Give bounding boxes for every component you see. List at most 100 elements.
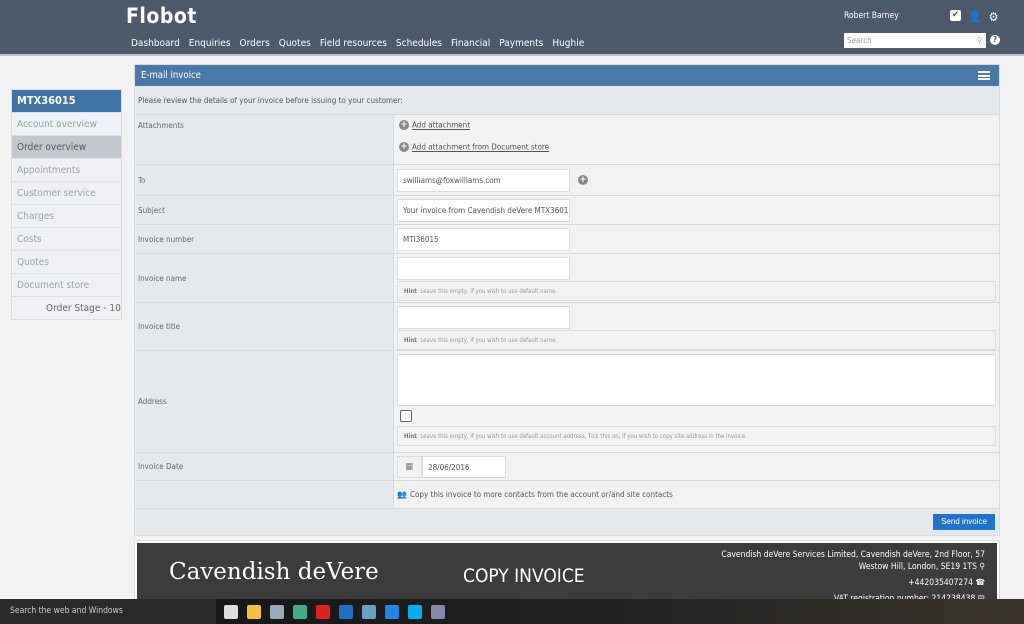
- sidebar-item-customer-service[interactable]: Customer service: [12, 181, 121, 204]
- nav-field-resources[interactable]: Field resources: [320, 38, 387, 49]
- invoice-date-field[interactable]: 28/06/2016: [422, 456, 506, 478]
- email-invoice-panel: E-mail invoice Please review the details…: [134, 64, 1000, 536]
- sidebar-item-costs[interactable]: Costs: [12, 227, 121, 250]
- sidebar-item-charges[interactable]: Charges: [12, 204, 121, 227]
- nav-hughie[interactable]: Hughie: [552, 38, 584, 49]
- sidebar: MTX36015 Account overview Order overview…: [11, 89, 122, 320]
- menu-icon[interactable]: [978, 71, 990, 80]
- outlook-icon[interactable]: [339, 604, 353, 619]
- search-input[interactable]: Search ⚲: [844, 33, 986, 48]
- attachments-row: Attachments + Add attachment + Add attachm…: [135, 115, 999, 165]
- hint-text: : Leave this empty, if you wish to use d…: [416, 337, 558, 344]
- hint-label: Hint: [404, 288, 417, 295]
- help-icon[interactable]: ?: [990, 35, 1000, 45]
- search-placeholder: Search: [847, 36, 872, 45]
- invoice-number-label: Invoice number: [135, 225, 394, 253]
- invoice-title-label: Invoice title: [135, 303, 394, 350]
- steam-icon[interactable]: [362, 604, 376, 619]
- invoice-name-hint: Hint: Leave this empty, if you wish to u…: [397, 281, 996, 301]
- store-icon[interactable]: [270, 604, 284, 619]
- invoice-date-label: Invoice Date: [135, 453, 394, 480]
- invoice-name-label: Invoice name: [135, 254, 394, 302]
- sidebar-item-appointments[interactable]: Appointments: [12, 158, 121, 181]
- add-recipient-icon[interactable]: +: [578, 175, 588, 185]
- to-row: To swilliams@foxwilliams.com +: [135, 165, 999, 196]
- invoice-number-row: Invoice number MTI36015: [135, 225, 999, 254]
- hint-label: Hint: [404, 337, 417, 344]
- flobot-logo[interactable]: Flobot: [126, 4, 197, 28]
- add-icon: +: [399, 142, 409, 152]
- location-pin-icon: ⚲: [979, 562, 985, 572]
- calendar-icon[interactable]: ▦: [397, 456, 422, 478]
- copy-contacts-row: 👥 Copy this invoice to more contacts from…: [135, 481, 999, 509]
- phone-number: +442035407274: [908, 578, 974, 588]
- subject-label: Subject: [135, 196, 394, 224]
- attachments-label: Attachments: [135, 115, 394, 164]
- nav-schedules[interactable]: Schedules: [396, 38, 442, 49]
- send-invoice-button[interactable]: Send invoice: [933, 514, 995, 530]
- panel-title: E-mail invoice: [141, 70, 201, 81]
- add-icon: +: [399, 120, 409, 130]
- invoice-number-field[interactable]: MTI36015: [397, 228, 570, 251]
- taskbar-search[interactable]: Search the web and Windows: [0, 599, 216, 624]
- user-name[interactable]: Robert Barney: [844, 11, 899, 21]
- top-header: Flobot Dashboard Enquiries Orders Quotes…: [0, 0, 1024, 56]
- copy-contacts-link[interactable]: Copy this invoice to more contacts from …: [410, 490, 673, 499]
- panel-header: E-mail invoice: [135, 65, 999, 86]
- address-line-2: Westow Hill, London, SE19 1TS: [858, 562, 977, 572]
- sidebar-title: MTX36015: [12, 90, 121, 112]
- add-attachment-link[interactable]: Add attachment: [412, 121, 470, 130]
- main-nav: Dashboard Enquiries Orders Quotes Field …: [131, 38, 584, 49]
- gear-icon[interactable]: ⚙: [989, 10, 999, 24]
- invoice-name-field[interactable]: [397, 257, 570, 280]
- intro-text: Please review the details of your invoic…: [135, 86, 999, 115]
- nav-quotes[interactable]: Quotes: [279, 38, 311, 49]
- hint-text: : Leave this empty, if you wish to use d…: [416, 288, 558, 295]
- nav-dashboard[interactable]: Dashboard: [131, 38, 180, 49]
- taskbar-apps: [224, 604, 445, 619]
- nav-financial[interactable]: Financial: [451, 38, 490, 49]
- address-field[interactable]: [397, 354, 996, 406]
- subject-field[interactable]: Your invoice from Cavendish deVere MTX36…: [397, 199, 570, 222]
- add-from-document-store-link[interactable]: Add attachment from Document store: [412, 143, 549, 152]
- header-icons: ✔ 👤 ⚙: [950, 10, 998, 24]
- invoice-date-row: Invoice Date ▦ 28/06/2016: [135, 453, 999, 481]
- address-row: Address Hint: Leave this empty, if you w…: [135, 351, 999, 453]
- company-details: Cavendish deVere Services Limited, Caven…: [721, 549, 985, 605]
- nav-orders[interactable]: Orders: [240, 38, 270, 49]
- file-explorer-icon[interactable]: [247, 604, 261, 619]
- invoice-title-field[interactable]: [397, 306, 570, 329]
- nav-payments[interactable]: Payments: [499, 38, 543, 49]
- subject-row: Subject Your invoice from Cavendish deVe…: [135, 196, 999, 225]
- task-view-icon[interactable]: [224, 604, 238, 619]
- security-icon[interactable]: [293, 604, 307, 619]
- sidebar-item-order-overview[interactable]: Order overview: [12, 135, 121, 158]
- to-label: To: [135, 165, 394, 195]
- to-field[interactable]: swilliams@foxwilliams.com: [397, 168, 570, 192]
- contacts-group-icon: 👥: [397, 490, 407, 499]
- address-label: Address: [135, 351, 394, 452]
- invoice-title-row: Invoice title Hint: Leave this empty, if…: [135, 303, 999, 351]
- user-icon[interactable]: 👤: [968, 10, 982, 24]
- hint-text: : Leave this empty, if you wish to use d…: [416, 433, 747, 440]
- company-logo-text: Cavendish deVere: [169, 559, 379, 585]
- sidebar-item-quotes[interactable]: Quotes: [12, 250, 121, 273]
- invoice-title-hint: Hint: Leave this empty, if you wish to u…: [397, 330, 996, 350]
- address-line-1: Cavendish deVere Services Limited, Caven…: [721, 550, 985, 560]
- phone-icon: ☎: [975, 578, 985, 588]
- edge-icon[interactable]: [385, 604, 399, 619]
- order-stage: Order Stage - 10a: [12, 296, 121, 319]
- invoice-name-row: Invoice name Hint: Leave this empty, if …: [135, 254, 999, 303]
- sidebar-item-document-store[interactable]: Document store: [12, 273, 121, 296]
- sidebar-item-account-overview[interactable]: Account overview: [12, 112, 121, 135]
- tasks-check-icon[interactable]: ✔: [950, 10, 961, 21]
- search-icon[interactable]: ⚲: [977, 33, 982, 48]
- skype-icon[interactable]: [408, 604, 422, 619]
- copy-site-address-checkbox[interactable]: [400, 410, 412, 422]
- app-icon[interactable]: [431, 604, 445, 619]
- empty-label: [135, 481, 394, 508]
- opera-icon[interactable]: [316, 604, 330, 619]
- address-hint: Hint: Leave this empty, if you wish to u…: [397, 426, 996, 446]
- nav-enquiries[interactable]: Enquiries: [189, 38, 231, 49]
- panel-footer: Send invoice: [135, 509, 999, 537]
